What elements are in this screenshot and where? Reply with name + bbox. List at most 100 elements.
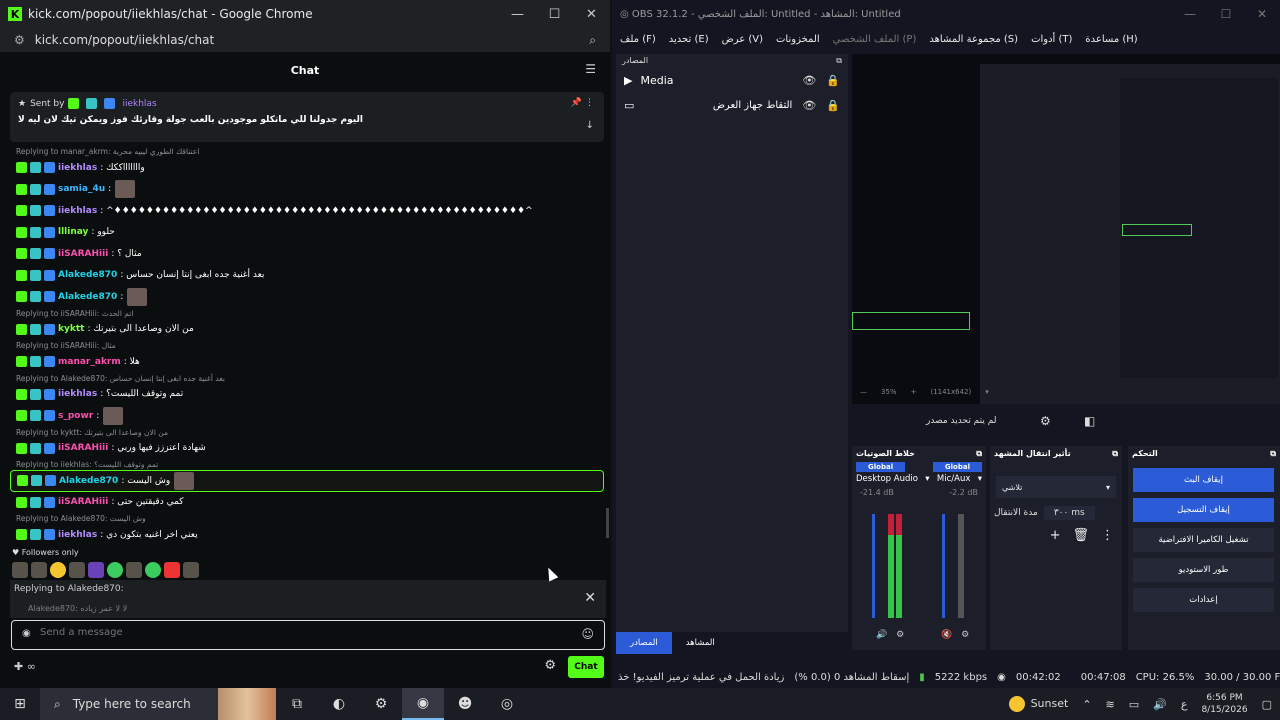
- chat-username[interactable]: manar_akrm: [58, 357, 121, 367]
- zoom-plus-icon[interactable]: +: [911, 388, 917, 396]
- studio-mode-button[interactable]: طور الاستوديو: [1133, 558, 1274, 582]
- settings-icon[interactable]: ⚙: [544, 658, 556, 673]
- channel-name-desktop[interactable]: Desktop Audio: [856, 474, 918, 484]
- reply-context[interactable]: Replying to iiSARAHiii: مثال: [10, 340, 604, 351]
- emoji-icon[interactable]: ☺: [581, 627, 594, 641]
- chat-username[interactable]: iiSARAHiii: [58, 497, 108, 507]
- language-icon[interactable]: ع: [1181, 698, 1188, 711]
- trash-icon[interactable]: 🗑: [1072, 528, 1089, 543]
- channel-name-mic[interactable]: Mic/Aux: [937, 474, 970, 484]
- chat-message[interactable]: iiekhlas: واااااااككك: [10, 157, 604, 179]
- url-text[interactable]: kick.com/popout/iiekhlas/chat: [35, 33, 590, 47]
- settings-button[interactable]: إعدادات: [1133, 588, 1274, 612]
- reply-context[interactable]: Replying to Alakede870: بعد أغنية جده اب…: [10, 373, 604, 384]
- more-icon[interactable]: ⋮: [1101, 528, 1114, 543]
- site-info-icon[interactable]: ⚙: [14, 33, 25, 47]
- virtual-camera-button[interactable]: تشغيل الكاميرا الافتراضية: [1133, 528, 1274, 552]
- undock-icon[interactable]: ⧉: [976, 449, 982, 459]
- message-input-box[interactable]: ◉ ☺: [11, 620, 605, 650]
- obs-icon[interactable]: ◎: [486, 688, 528, 720]
- emote-icon[interactable]: [126, 562, 142, 578]
- chat-message[interactable]: iiekhlas: ^♦♦♦♦♦♦♦♦♦♦♦♦♦♦♦♦♦♦♦♦♦♦♦♦♦♦♦♦♦…: [10, 200, 604, 222]
- battery-icon[interactable]: ▭: [1129, 698, 1139, 711]
- transition-select[interactable]: تلاشي ▾: [996, 476, 1116, 498]
- chat-username[interactable]: iiekhlas: [58, 530, 97, 540]
- volume-slider-desktop[interactable]: [872, 514, 875, 618]
- chat-scrollbar[interactable]: [606, 508, 609, 538]
- chat-message[interactable]: lllinay: حلوو: [10, 222, 604, 244]
- settings-icon[interactable]: ⚙: [961, 630, 969, 640]
- menu-item[interactable]: أدوات (T): [1031, 34, 1072, 45]
- points-icon[interactable]: ✚ ∞: [14, 660, 36, 673]
- settings-icon[interactable]: ⚙: [896, 630, 904, 640]
- chat-username[interactable]: Alakede870: [59, 476, 118, 486]
- steam-icon[interactable]: ⚙: [360, 688, 402, 720]
- emote-icon[interactable]: [50, 562, 66, 578]
- expand-icon[interactable]: ↓: [586, 120, 594, 131]
- chat-username[interactable]: kyktt: [58, 324, 84, 334]
- discord-icon[interactable]: ☻: [444, 688, 486, 720]
- speaker-icon[interactable]: 🔊: [876, 630, 887, 640]
- tab-scenes[interactable]: المشاهد: [672, 632, 729, 654]
- reply-context[interactable]: Replying to iiSARAHiii: اتم الحدث: [10, 308, 604, 319]
- chat-username[interactable]: samia_4u: [58, 184, 105, 194]
- reply-context[interactable]: Replying to Alakede870: وش اليست: [10, 513, 604, 524]
- stop-recording-button[interactable]: إيقاف التسجيل: [1133, 498, 1274, 522]
- chevron-up-icon[interactable]: ⌃: [1082, 698, 1091, 711]
- volume-icon[interactable]: 🔊: [1153, 698, 1167, 711]
- chat-message[interactable]: iiSARAHiii: كمي دقيقتين حتى: [10, 492, 604, 514]
- emote-icon[interactable]: [69, 562, 85, 578]
- chat-message[interactable]: kyktt: من الان وصاعدا الى بتيرتك: [10, 319, 604, 341]
- tab-sources[interactable]: المصادر: [616, 632, 672, 654]
- undock-icon[interactable]: ⧉: [836, 56, 842, 66]
- menu-item[interactable]: مساعدة (H): [1085, 34, 1137, 45]
- add-icon[interactable]: +: [1050, 528, 1061, 543]
- message-input[interactable]: [40, 627, 560, 638]
- source-item-display-capture[interactable]: ▭ التقاط جهاز العرض 👁 🔒: [616, 93, 848, 118]
- obs-close-button[interactable]: ✕: [1244, 7, 1280, 21]
- chevron-down-icon[interactable]: ▾: [985, 388, 989, 396]
- menu-item[interactable]: المخزونات: [776, 34, 820, 45]
- duration-input[interactable]: ٣٠٠ ms: [1043, 506, 1095, 520]
- chat-message[interactable]: iiekhlas: تمم وتوقف الليست؟: [10, 384, 604, 406]
- obs-maximize-button[interactable]: ☐: [1208, 7, 1244, 21]
- emote-icon[interactable]: [12, 562, 28, 578]
- chat-username[interactable]: s_powr: [58, 411, 93, 421]
- zoom-minus-icon[interactable]: —: [860, 388, 867, 396]
- chat-message[interactable]: Alakede870: وش اليست: [10, 470, 604, 492]
- chat-username[interactable]: Alakede870: [58, 270, 117, 280]
- emote-icon[interactable]: [183, 562, 199, 578]
- emote-icon[interactable]: [145, 562, 161, 578]
- lock-icon[interactable]: 🔒: [826, 99, 840, 112]
- close-reply-icon[interactable]: ✕: [584, 590, 596, 606]
- task-view-icon[interactable]: ⧉: [276, 688, 318, 720]
- preview-canvas[interactable]: [852, 54, 1280, 404]
- chat-menu-icon[interactable]: ☰: [585, 62, 596, 76]
- close-button[interactable]: ✕: [573, 7, 610, 22]
- source-item-media[interactable]: ▶ Media 👁 🔒: [616, 68, 848, 93]
- reply-context[interactable]: Replying to kyktt: من الان وصاعدا الى بت…: [10, 427, 604, 438]
- chat-mode-icon[interactable]: ◉: [22, 628, 31, 639]
- reply-context[interactable]: Replying to iiekhlas: تمم وتوقف الليست؟: [10, 459, 604, 470]
- chat-message[interactable]: manar_akrm: هلا: [10, 351, 604, 373]
- menu-item[interactable]: ملف (F): [620, 34, 656, 45]
- volume-slider-mic[interactable]: [942, 514, 945, 618]
- weather-widget[interactable]: Sunset: [1008, 696, 1068, 712]
- chat-message[interactable]: samia_4u:: [10, 179, 604, 201]
- taskbar-search[interactable]: ⌕ Type here to search: [40, 688, 276, 720]
- chat-message[interactable]: iiSARAHiii: مثال ؟: [10, 243, 604, 265]
- chat-username[interactable]: lllinay: [58, 227, 88, 237]
- chrome-icon[interactable]: ◉: [402, 688, 444, 720]
- chat-username[interactable]: iiekhlas: [58, 389, 97, 399]
- send-chat-button[interactable]: Chat: [568, 656, 604, 678]
- chat-message[interactable]: Alakede870: بعد أغنية جده ابغى إنتا إنسا…: [10, 265, 604, 287]
- pinned-user[interactable]: iiekhlas: [122, 99, 156, 109]
- clock[interactable]: 6:56 PM 8/15/2026: [1201, 692, 1247, 716]
- minimize-button[interactable]: —: [499, 7, 536, 22]
- wifi-icon[interactable]: ≋: [1106, 698, 1115, 711]
- chevron-down-icon[interactable]: ▾: [978, 474, 982, 484]
- chat-username[interactable]: iiekhlas: [58, 206, 97, 216]
- stop-streaming-button[interactable]: إيقاف البث: [1133, 468, 1274, 492]
- undock-icon[interactable]: ⧉: [1270, 449, 1276, 459]
- lock-icon[interactable]: 🔒: [826, 74, 840, 87]
